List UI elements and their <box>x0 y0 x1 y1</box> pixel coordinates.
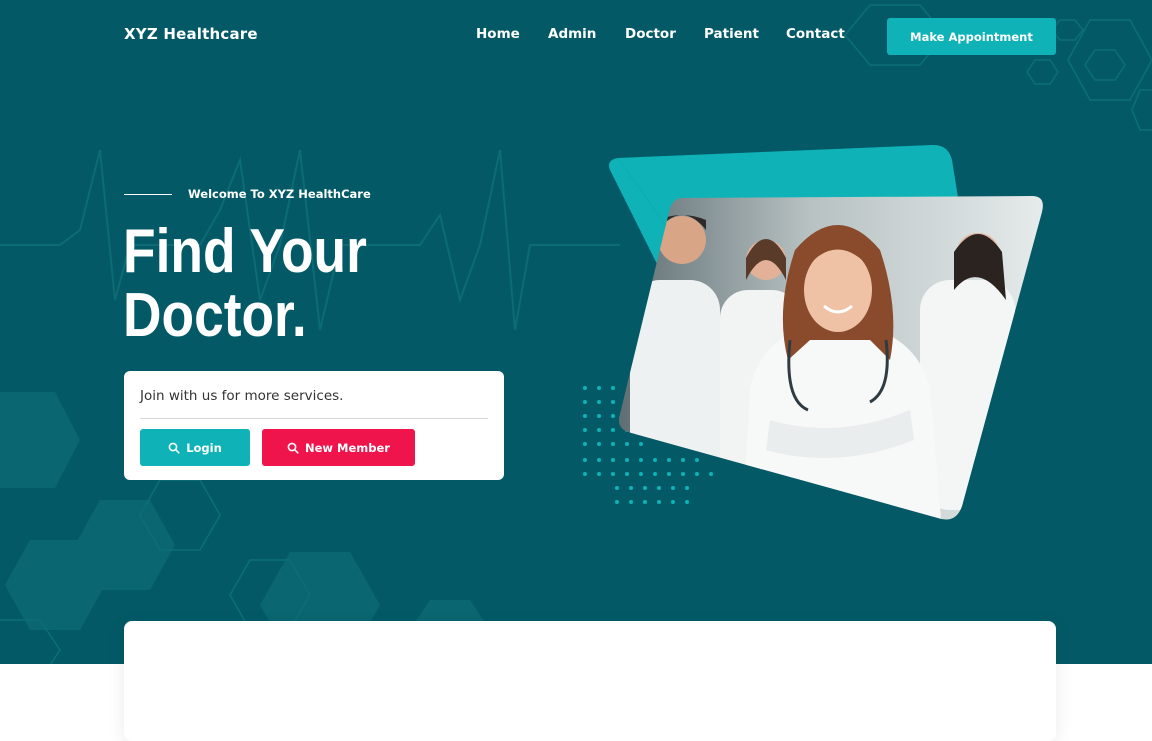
nav-admin[interactable]: Admin <box>548 26 596 42</box>
join-divider <box>140 418 488 419</box>
welcome-text: Welcome To XYZ HealthCare <box>188 187 371 201</box>
search-icon <box>168 442 180 454</box>
doctors-photo <box>583 144 1043 520</box>
bottom-content-card <box>124 621 1056 741</box>
new-member-label: New Member <box>305 440 390 455</box>
hero-headline: Find Your Doctor. <box>123 220 467 348</box>
hero-section: XYZ Healthcare Home Admin Doctor Patient… <box>0 0 1152 664</box>
nav-doctor[interactable]: Doctor <box>625 26 676 42</box>
search-icon <box>287 442 299 454</box>
new-member-button[interactable]: New Member <box>262 429 415 466</box>
make-appointment-button[interactable]: Make Appointment <box>887 18 1056 55</box>
login-button[interactable]: Login <box>140 429 250 466</box>
nav-patient[interactable]: Patient <box>704 26 759 42</box>
join-text: Join with us for more services. <box>140 388 344 404</box>
headline-line-2: Doctor. <box>123 281 307 350</box>
brand-logo[interactable]: XYZ Healthcare <box>124 25 258 43</box>
nav-contact[interactable]: Contact <box>786 26 845 42</box>
login-label: Login <box>186 440 222 455</box>
join-card: Join with us for more services. Login Ne… <box>124 371 504 480</box>
welcome-divider <box>124 194 172 195</box>
nav-home[interactable]: Home <box>476 26 520 42</box>
headline-line-1: Find Your <box>123 217 367 286</box>
